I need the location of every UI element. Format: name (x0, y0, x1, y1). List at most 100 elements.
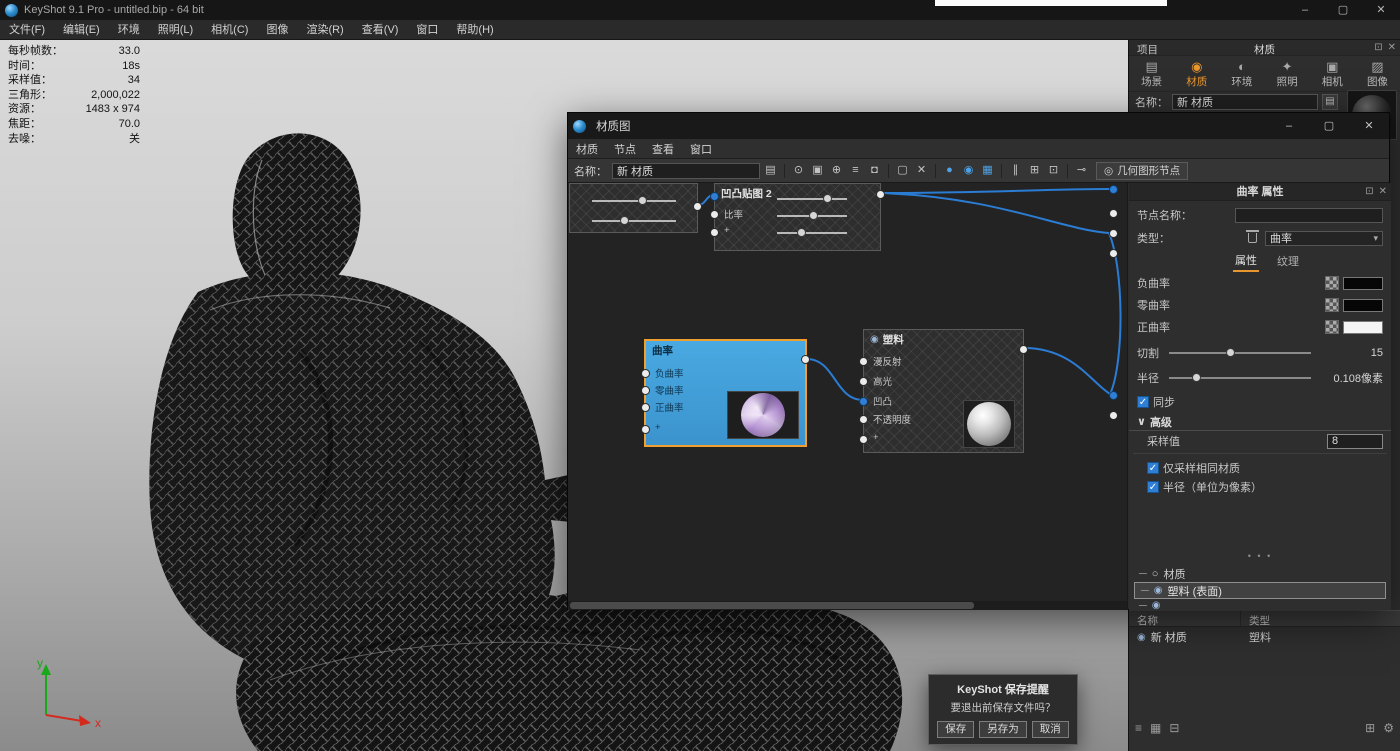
node-input-pin[interactable] (859, 377, 868, 386)
minimize-button[interactable]: – (1286, 0, 1324, 20)
menu-file[interactable]: 文件(F) (0, 20, 54, 40)
material-graph-titlebar[interactable]: 材质图 – ▢ ✕ (568, 113, 1389, 139)
node-input-pin[interactable] (859, 415, 868, 424)
node-input-pin[interactable] (641, 403, 650, 412)
slider-handle[interactable] (1226, 348, 1235, 357)
tab-scene[interactable]: ▤场景 (1129, 56, 1174, 91)
texture-icon[interactable] (1325, 320, 1339, 334)
tree-collapse-icon[interactable]: ─ (1139, 568, 1147, 580)
graph-maximize-button[interactable]: ▢ (1309, 113, 1349, 139)
slider-handle[interactable] (620, 216, 629, 225)
menu-window[interactable]: 窗口 (407, 20, 447, 40)
menu-image[interactable]: 图像 (257, 20, 297, 40)
radius-slider[interactable] (1169, 371, 1311, 385)
graph-material-name-input[interactable] (612, 163, 760, 179)
graph-menu-window[interactable]: 窗口 (682, 141, 720, 157)
filter-icon[interactable]: ≡ (847, 162, 864, 179)
cut-slider[interactable] (1169, 346, 1311, 360)
graph-menu-material[interactable]: 材质 (568, 141, 606, 157)
save-button[interactable]: 保存 (937, 721, 974, 738)
bump-map-node[interactable]: 凹凸贴图 2 比率 + (714, 183, 881, 251)
node-name-input[interactable] (1235, 208, 1383, 223)
app-titlebar[interactable]: KeyShot 9.1 Pro - untitled.bip - 64 bit … (0, 0, 1400, 20)
menu-view[interactable]: 查看(V) (353, 20, 408, 40)
cancel-button[interactable]: 取消 (1032, 721, 1069, 738)
zero-curvature-swatch[interactable] (1343, 299, 1383, 312)
align-horizontal-icon[interactable]: ∥ (1007, 162, 1024, 179)
tab-textures[interactable]: 纹理 (1275, 253, 1301, 271)
node-output-pin[interactable] (801, 355, 810, 364)
menu-edit[interactable]: 编辑(E) (54, 20, 109, 40)
node-graph-canvas[interactable]: 凹凸贴图 2 比率 + 曲率 负曲率 零曲率 正曲率 + (568, 183, 1128, 610)
list-view-icon[interactable]: ≡ (1135, 721, 1142, 735)
positive-curvature-swatch[interactable] (1343, 321, 1383, 334)
maximize-button[interactable]: ▢ (1324, 0, 1362, 20)
texture-icon[interactable] (1325, 276, 1339, 290)
plug-icon[interactable]: ⊸ (1073, 162, 1090, 179)
thumbnail-view-icon[interactable]: ▦ (1150, 721, 1161, 735)
node-input-pin[interactable] (710, 192, 719, 201)
node-output-pin[interactable] (876, 190, 885, 199)
node-input-pin[interactable] (641, 369, 650, 378)
plastic-node[interactable]: ◉塑料 漫反射 高光 凹凸 不透明度 + (863, 329, 1024, 453)
node-input-pin[interactable] (641, 386, 650, 395)
advanced-section-header[interactable]: ∨ 高级 (1129, 413, 1391, 431)
lock-icon[interactable]: ◘ (866, 162, 883, 179)
node-type-dropdown[interactable]: 曲率 ▾ (1265, 231, 1383, 246)
close-button[interactable]: ✕ (1362, 0, 1400, 20)
tab-camera[interactable]: ▣相机 (1310, 56, 1355, 91)
menu-help[interactable]: 帮助(H) (447, 20, 502, 40)
node-input-pin[interactable] (1109, 185, 1118, 194)
node-input-pin[interactable] (1109, 391, 1118, 400)
tree-view-icon[interactable]: ⊟ (1169, 721, 1179, 735)
menu-camera[interactable]: 相机(C) (202, 20, 257, 40)
graph-menu-view[interactable]: 查看 (644, 141, 682, 157)
graph-minimize-button[interactable]: – (1269, 113, 1309, 139)
tab-image[interactable]: ▨图像 (1355, 56, 1400, 91)
slider-handle[interactable] (823, 194, 832, 203)
align-grid-icon[interactable]: ⊞ (1026, 162, 1043, 179)
curvature-node[interactable]: 曲率 负曲率 零曲率 正曲率 + (644, 339, 807, 447)
sync-checkbox[interactable]: ✓ (1137, 396, 1149, 408)
node-input-pin[interactable] (859, 435, 868, 444)
slider-handle[interactable] (1192, 373, 1201, 382)
material-tree-selected[interactable]: ─ ◉ 塑料 (表面) (1134, 582, 1386, 599)
same-material-checkbox[interactable]: ✓ (1147, 462, 1159, 474)
copy-icon[interactable]: ▢ (894, 162, 911, 179)
node-wire[interactable] (881, 189, 1109, 193)
node-input-pin[interactable] (1109, 209, 1118, 218)
save-as-button[interactable]: 另存为 (979, 721, 1027, 738)
node-wire[interactable] (881, 193, 1109, 233)
node-input-pin[interactable] (710, 228, 719, 237)
slider-handle[interactable] (638, 196, 647, 205)
show-labels-icon[interactable]: ▦ (979, 162, 996, 179)
settings-icon[interactable]: ⚙ (1383, 721, 1394, 735)
material-name-input[interactable] (1172, 94, 1318, 110)
slider-handle[interactable] (797, 228, 806, 237)
slider-handle[interactable] (809, 211, 818, 220)
node-input-pin[interactable] (859, 397, 868, 406)
node-output-pin[interactable] (693, 202, 702, 211)
tab-lighting[interactable]: ✦照明 (1265, 56, 1310, 91)
show-material-nodes-icon[interactable]: ● (941, 162, 958, 179)
node-input-pin[interactable] (1109, 229, 1118, 238)
node-input-pin[interactable] (710, 210, 719, 219)
name-options-icon[interactable]: ▤ (1322, 94, 1338, 110)
node-input-pin[interactable] (1109, 249, 1118, 258)
pane-splitter[interactable]: • • • (1129, 551, 1391, 561)
render-preview-icon[interactable]: ▣ (809, 162, 826, 179)
samples-input[interactable] (1327, 434, 1383, 449)
node-output-pin[interactable] (1019, 345, 1028, 354)
tab-material[interactable]: ◉材质 (1174, 56, 1219, 91)
canvas-horizontal-scrollbar[interactable] (568, 601, 1127, 610)
pane-pin-icon[interactable]: ⊡ (1365, 183, 1373, 201)
material-list-row[interactable]: ◉新 材质 塑料 (1129, 628, 1400, 646)
material-tree-clipped-row[interactable]: ─ ◉ (1129, 601, 1391, 610)
panel-close-icon[interactable]: ✕ (1388, 42, 1396, 53)
node-input-pin[interactable] (859, 357, 868, 366)
save-icon[interactable]: ▤ (762, 162, 779, 179)
menu-environment[interactable]: 环境 (109, 20, 149, 40)
search-icon[interactable]: ⊙ (790, 162, 807, 179)
node-wire[interactable] (1024, 348, 1110, 394)
texture-icon[interactable] (1325, 298, 1339, 312)
